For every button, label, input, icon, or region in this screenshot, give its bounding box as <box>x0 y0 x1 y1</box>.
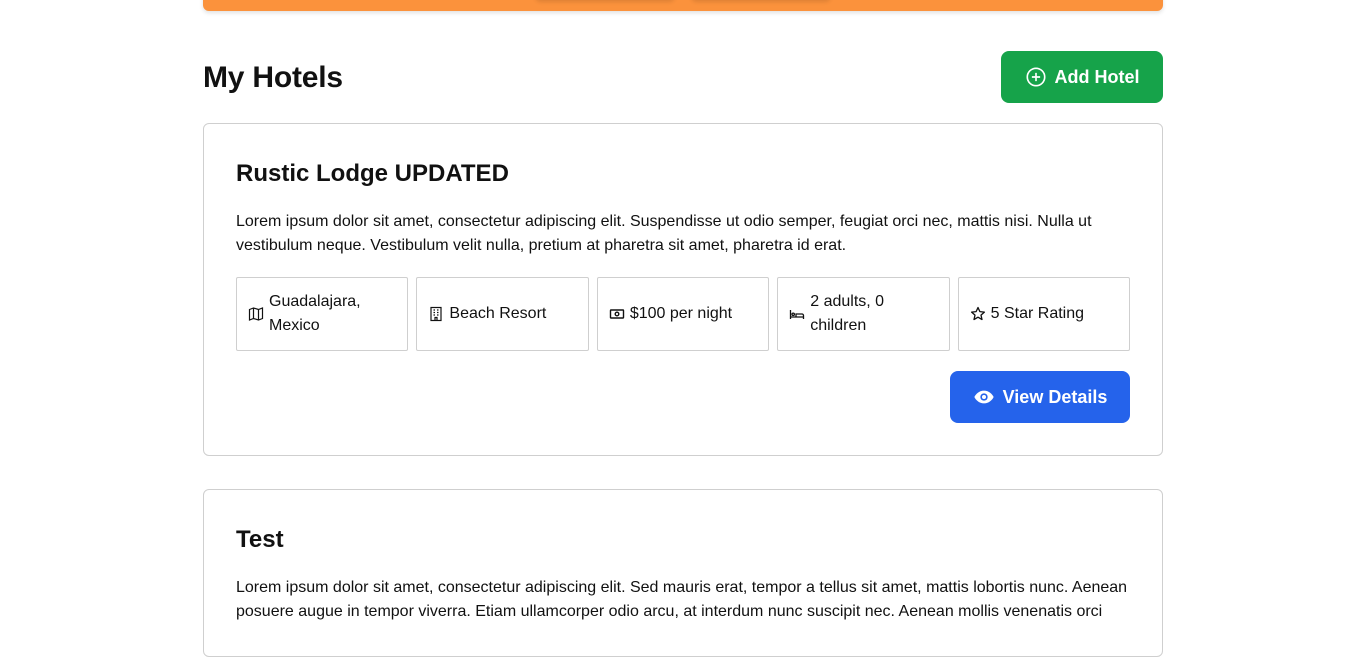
rating-text: 5 Star Rating <box>990 305 1085 322</box>
plus-circle-icon <box>1025 67 1046 87</box>
view-details-label: View Details <box>1002 386 1108 407</box>
card-actions: View Details <box>236 371 1130 423</box>
top-nav-bar <box>203 0 1163 11</box>
hotel-guests: 2 adults, 0 children <box>777 277 950 351</box>
location-text: Guadalajara, Mexico <box>269 293 361 334</box>
star-icon <box>970 306 986 322</box>
building-icon <box>428 306 444 322</box>
hotel-rating: 5 Star Rating <box>957 277 1131 351</box>
price-text: $100 per night <box>629 305 733 322</box>
add-hotel-button[interactable]: Add Hotel <box>1001 51 1163 103</box>
hotel-card: Test Lorem ipsum dolor sit amet, consect… <box>203 489 1163 657</box>
eye-icon <box>974 390 994 404</box>
hotel-type: Beach Resort <box>416 277 589 351</box>
main-content: My Hotels Add Hotel Rustic Lodge UPDATED… <box>203 51 1163 657</box>
hotel-price: $100 per night <box>596 277 770 351</box>
bed-icon <box>789 306 805 322</box>
hotel-location: Guadalajara, Mexico <box>236 277 409 351</box>
page-header: My Hotels Add Hotel <box>203 51 1163 103</box>
hotel-facts: Guadalajara, Mexico Beach Resort $100 pe… <box>236 277 1131 351</box>
type-text: Beach Resort <box>449 305 547 322</box>
hotel-name: Rustic Lodge UPDATED <box>236 160 509 187</box>
hotel-card: Rustic Lodge UPDATED Lorem ipsum dolor s… <box>203 123 1163 456</box>
page-title: My Hotels <box>203 61 343 94</box>
hotel-description: Lorem ipsum dolor sit amet, consectetur … <box>236 213 1092 254</box>
hotel-name: Test <box>236 526 284 553</box>
map-icon <box>248 306 264 322</box>
add-hotel-label: Add Hotel <box>1054 66 1140 87</box>
guests-text: 2 adults, 0 children <box>810 293 885 334</box>
view-details-button[interactable]: View Details <box>950 371 1130 423</box>
money-icon <box>609 306 625 322</box>
hotel-description: Lorem ipsum dolor sit amet, consectetur … <box>236 579 1128 620</box>
